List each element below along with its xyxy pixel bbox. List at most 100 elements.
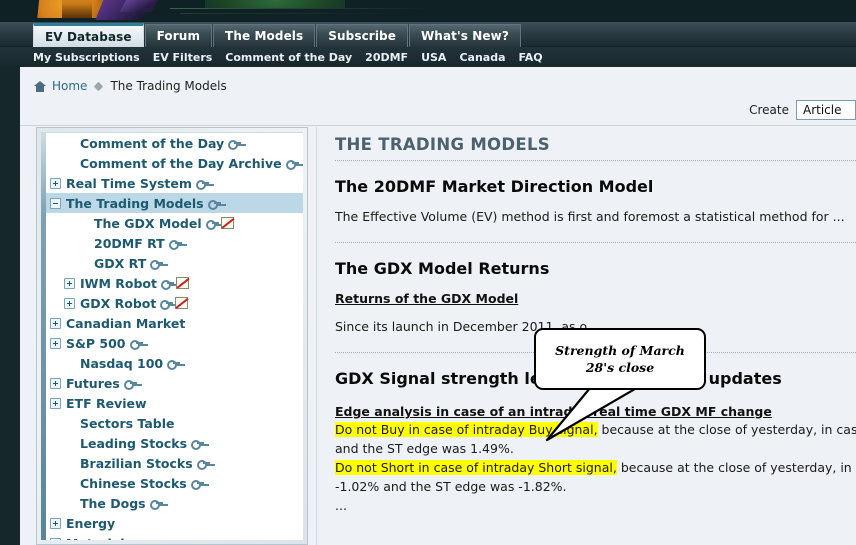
expand-plus-icon[interactable] [50,377,61,389]
sidebar-item-comment-of-the-day[interactable]: Comment of the Day [46,133,303,153]
sidebar-item-the-dogs[interactable]: The Dogs [46,493,303,513]
tab-forum[interactable]: Forum [144,24,213,47]
subnav-item-my-subscriptions[interactable]: My Subscriptions [33,51,140,64]
page-title: THE TRADING MODELS [335,135,550,154]
sidebar-item-s-p-500[interactable]: S&P 500 [46,333,303,353]
banner-art-streak-1 [170,8,430,9]
tab-subscribe[interactable]: Subscribe [316,24,408,47]
subnav-item-ev-filters[interactable]: EV Filters [153,51,213,64]
tab-the-models[interactable]: The Models [213,24,316,47]
site-banner [0,0,856,22]
tree-spacer-icon [78,258,89,269]
expand-plus-icon[interactable] [50,337,61,349]
key-icon [196,459,210,470]
expand-plus-icon[interactable] [64,277,75,289]
breadcrumb: Home The Trading Models [34,79,227,93]
sidebar-item-label: Futures [66,375,120,391]
tree-spacer-icon [64,438,75,449]
expand-plus-icon[interactable] [64,297,75,309]
sidebar-item-label: GDX RT [94,255,147,271]
sidebar-item-the-gdx-model[interactable]: The GDX Model [46,213,303,233]
key-icon [150,259,164,270]
sidebar-item-gdx-robot[interactable]: GDX Robot [46,293,303,313]
sidebar-item-label: Energy [66,515,116,531]
subnav-item-faq[interactable]: FAQ [519,51,543,64]
callout-bubble: Strength of March 28's close [534,328,706,390]
sidebar-item-etf-review[interactable]: ETF Review [46,393,303,413]
tab-label: The Models [225,29,304,43]
sidebar-item-20dmf-rt[interactable]: 20DMF RT [46,233,303,253]
sidebar-item-leading-stocks[interactable]: Leading Stocks [46,433,303,453]
key-icon [149,499,163,510]
edge-line-3: Do not Short in case of intraday Short s… [335,459,856,476]
sidebar-item-real-time-system[interactable]: Real Time System [46,173,303,193]
sidebar-panel: Comment of the Day Comment of the Day Arc… [36,127,308,545]
primary-tab-list: EV Database Forum The Models Subscribe W… [33,22,522,48]
primary-tab-bar: EV Database Forum The Models Subscribe W… [0,22,856,48]
key-icon [285,159,299,170]
subnav-item-comment-of-the-day[interactable]: Comment of the Day [225,51,352,64]
secondary-nav-bar: My Subscriptions EV Filters Comment of t… [0,47,856,67]
chart-icon [220,217,234,229]
breadcrumb-link-home[interactable]: Home [52,79,87,93]
expand-plus-icon[interactable] [50,177,61,189]
key-icon [228,139,242,150]
sidebar-item-futures[interactable]: Futures [46,373,303,393]
key-icon [191,439,205,450]
create-row: Create Article [749,100,856,120]
edge-line-4: -1.02% and the ST edge was -1.82%. [335,479,567,494]
expand-plus-icon[interactable] [50,537,61,540]
link-returns-of-the-gdx-model[interactable]: Returns of the GDX Model [335,291,856,306]
callout-tail-icon [545,382,649,442]
tree-spacer-icon [78,238,89,249]
expand-plus-icon[interactable] [50,397,61,409]
edge-line-3-rest: because at the close of yesterday, in ca… [620,460,856,475]
paragraph-20dmf-model: The Effective Volume (EV) method is firs… [335,209,845,224]
key-icon [207,199,221,210]
sidebar-item-the-trading-models[interactable]: The Trading Models [46,193,303,213]
tree-spacer-icon [64,458,75,469]
header-divider [20,125,856,126]
tree-spacer-icon [64,418,75,429]
navigation-tree: Comment of the Day Comment of the Day Arc… [41,132,303,540]
sidebar-item-brazilian-stocks[interactable]: Brazilian Stocks [46,453,303,473]
tab-whats-new[interactable]: What's New? [408,24,521,47]
banner-art-orange-highlight [62,0,92,18]
edge-line-ellipsis: ... [335,498,347,513]
key-icon [205,219,219,230]
sidebar-item-label: The GDX Model [94,215,202,231]
expand-plus-icon[interactable] [50,317,61,329]
subnav-item-canada[interactable]: Canada [459,51,505,64]
tree-spacer-icon [64,478,75,489]
sidebar-item-sectors-table[interactable]: Sectors Table [46,413,303,433]
home-icon [34,80,46,92]
sidebar-item-label: IWM Robot [80,275,157,291]
sidebar-item-comment-of-the-day-archive[interactable]: Comment of the Day Archive [46,153,303,173]
sidebar-item-energy[interactable]: Energy [46,513,303,533]
tab-ev-database[interactable]: EV Database [33,23,144,48]
sidebar-item-gdx-rt[interactable]: GDX RT [46,253,303,273]
subnav-item-20dmf[interactable]: 20DMF [365,51,408,64]
tab-label: EV Database [45,30,132,44]
expand-plus-icon[interactable] [50,517,61,529]
sidebar-item-label: Sectors Table [80,415,175,431]
subnav-item-usa[interactable]: USA [421,51,446,64]
key-icon [167,359,181,370]
sidebar-item-materials[interactable]: Materials [46,533,303,540]
chart-icon [175,277,189,289]
tree-spacer-icon [64,158,75,169]
create-type-select[interactable]: Article [796,100,856,120]
sidebar-item-iwm-robot[interactable]: IWM Robot [46,273,303,293]
sidebar-item-canadian-market[interactable]: Canadian Market [46,313,303,333]
key-icon [123,379,137,390]
sidebar-item-nasdaq-100[interactable]: Nasdaq 100 [46,353,303,373]
tree-spacer-icon [64,138,75,149]
sidebar-item-label: Materials [66,536,132,541]
collapse-minus-icon[interactable] [50,197,61,209]
sidebar-item-label: Nasdaq 100 [80,355,164,371]
sidebar-item-label: The Dogs [80,495,146,511]
sidebar-item-chinese-stocks[interactable]: Chinese Stocks [46,473,303,493]
highlight-do-not-short: Do not Short in case of intraday Short s… [335,460,617,475]
breadcrumb-current: The Trading Models [110,79,227,93]
divider-1 [335,160,856,161]
